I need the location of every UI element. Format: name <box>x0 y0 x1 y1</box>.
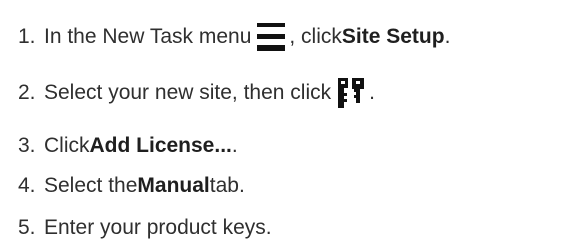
step-text: Enter your product keys. <box>44 216 272 239</box>
step-5: 5. Enter your product keys. <box>18 213 272 243</box>
step-number: 3. <box>18 134 36 157</box>
step-text: Click <box>44 134 90 157</box>
step-number: 4. <box>18 174 36 197</box>
step-number: 2. <box>18 81 36 104</box>
add-license-label: Add License... <box>89 134 232 157</box>
instructions-page: 1. In the New Task menu , click Site Set… <box>0 0 567 250</box>
keys-icon <box>334 75 368 111</box>
step-3: 3. Click Add License... . <box>18 131 238 161</box>
step-number: 5. <box>18 216 36 239</box>
step-text: Select your new site, then click <box>44 81 332 104</box>
step-1: 1. In the New Task menu , click Site Set… <box>18 22 450 52</box>
step-text-end: tab. <box>209 174 245 197</box>
step-text-end: . <box>444 25 451 48</box>
step-text: In the New Task menu <box>44 25 252 48</box>
step-4: 4. Select the Manual tab. <box>18 171 245 201</box>
step-2: 2. Select your new site, then click . <box>18 78 375 108</box>
step-text: Select the <box>44 174 138 197</box>
step-text-middle: , click <box>289 25 342 48</box>
step-text-end: . <box>369 81 375 104</box>
hamburger-menu-icon <box>254 22 288 52</box>
site-setup-label: Site Setup <box>341 25 445 48</box>
manual-tab-label: Manual <box>137 174 210 197</box>
steps-list: 1. In the New Task menu , click Site Set… <box>0 0 567 250</box>
step-number: 1. <box>18 25 36 48</box>
step-text-end: . <box>231 134 238 157</box>
